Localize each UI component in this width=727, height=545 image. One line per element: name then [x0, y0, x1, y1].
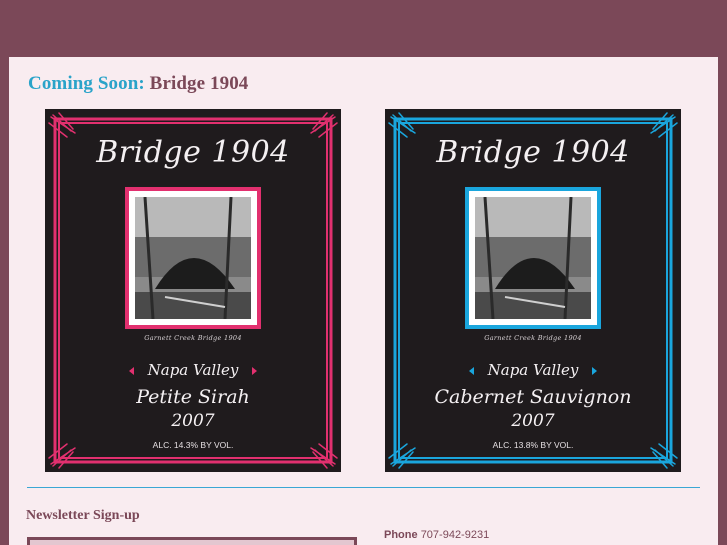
- phone-label: Phone: [384, 529, 418, 541]
- label-varietal: Petite Sirah: [136, 386, 250, 408]
- label-region-row: Napa Valley: [45, 361, 341, 379]
- section-divider: [27, 487, 700, 488]
- bridge-photo: [125, 187, 261, 329]
- label-vintage: 2007: [171, 411, 215, 431]
- label-region: Napa Valley: [147, 361, 239, 379]
- label-region-row: Napa Valley: [385, 361, 681, 379]
- label-vintage: 2007: [511, 411, 555, 431]
- triangle-left-icon: [468, 367, 474, 375]
- label-region: Napa Valley: [487, 361, 579, 379]
- triangle-right-icon: [592, 367, 598, 375]
- label-varietal: Cabernet Sauvignon: [434, 386, 632, 408]
- label-title: Bridge 1904: [436, 135, 630, 170]
- newsletter-heading: Newsletter Sign-up: [26, 508, 140, 523]
- label-caption: Garnett Creek Bridge 1904: [484, 334, 582, 342]
- page-heading: Coming Soon: Bridge 1904: [28, 73, 248, 95]
- label-alcohol: ALC. 14.3% BY VOL.: [152, 440, 234, 450]
- wine-label-petite-sirah: Bridge 1904 Garnett Creek Bridge 1904 Na…: [45, 109, 341, 472]
- newsletter-signup-box[interactable]: [27, 537, 357, 545]
- triangle-right-icon: [252, 367, 258, 375]
- heading-name: Bridge 1904: [149, 73, 249, 94]
- triangle-left-icon: [128, 367, 134, 375]
- wine-label-cabernet: Bridge 1904 Garnett Creek Bridge 1904 Na…: [385, 109, 681, 472]
- bridge-photo: [465, 187, 601, 329]
- content-panel: Coming Soon: Bridge 1904 Bridge 1904 Gar…: [9, 57, 718, 545]
- contact-phone: Phone 707-942-9231: [384, 529, 489, 541]
- label-alcohol: ALC. 13.8% BY VOL.: [492, 440, 574, 450]
- label-caption: Garnett Creek Bridge 1904: [144, 334, 242, 342]
- label-title: Bridge 1904: [96, 135, 290, 170]
- heading-prefix: Coming Soon:: [28, 73, 145, 94]
- phone-number[interactable]: 707-942-9231: [421, 529, 490, 541]
